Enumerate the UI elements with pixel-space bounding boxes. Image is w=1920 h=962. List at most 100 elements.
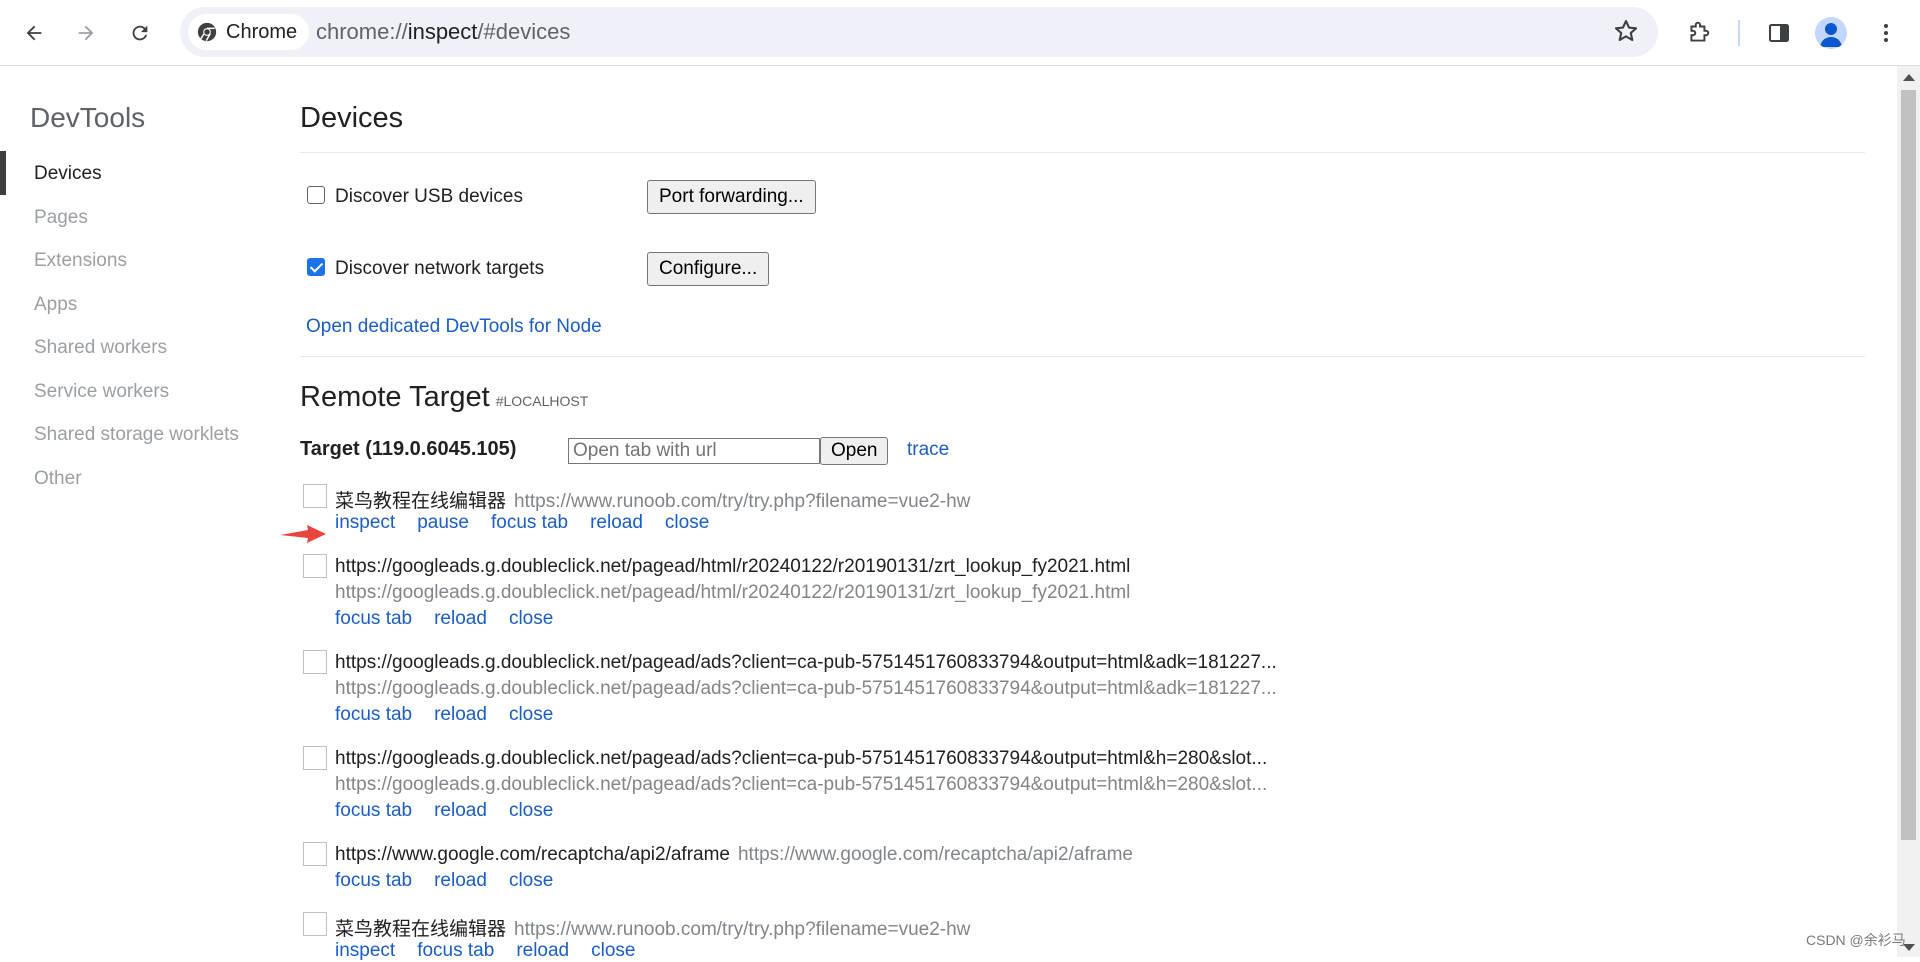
configure-button[interactable]: Configure... [647,252,770,286]
scroll-up-arrow-icon[interactable] [1903,74,1915,81]
sidebar-item-shared-storage-worklets[interactable]: Shared storage worklets [34,424,239,446]
more-vert-icon [1884,24,1888,42]
forward-button[interactable] [66,13,106,53]
page-actions: inspect pause focus tab reload close [335,512,709,534]
url-scheme: chrome:// [316,19,408,44]
back-arrow-icon [26,25,42,41]
close-link[interactable]: close [509,608,553,630]
sidebar-item-apps[interactable]: Apps [34,294,77,316]
watermark: CSDN @余衫马 [1806,932,1906,948]
reload-link[interactable]: reload [516,940,569,962]
active-nav-marker [0,151,6,195]
page-url: https://googleads.g.doubleclick.net/page… [335,774,1268,795]
page-title: 菜鸟教程在线编辑器 https://www.runoob.com/try/try.… [335,486,970,513]
close-link[interactable]: close [509,704,553,726]
browser-toolbar: Chrome chrome://inspect/#devices [0,0,1920,66]
page-actions: focus tab reload close [335,704,553,726]
page-scrollbar[interactable] [1897,66,1920,957]
side-panel-icon [1769,24,1789,42]
trace-link[interactable]: trace [907,439,949,461]
url-host: inspect [407,19,478,44]
back-button[interactable] [14,13,54,53]
focus-tab-link[interactable]: focus tab [335,800,412,822]
url-path: /#devices [477,19,571,44]
node-devtools-link[interactable]: Open dedicated DevTools for Node [306,316,602,338]
page-thumbnail [303,842,327,866]
target-version-label: Target (119.0.6045.105) [300,438,517,460]
extensions-button[interactable] [1679,13,1719,53]
network-targets-label: Discover network targets [335,258,545,279]
open-tab-url-input[interactable]: Open tab with url [568,438,820,464]
reload-button[interactable] [120,13,160,53]
page-url: https://www.google.com/recaptcha/api2/af… [737,844,1133,865]
page-title: https://googleads.g.doubleclick.net/page… [335,652,1277,673]
usb-checkbox[interactable] [307,186,325,204]
chrome-logo-icon [197,22,217,42]
page-title-text: 菜鸟教程在线编辑器 [335,919,507,940]
url-text[interactable]: chrome://inspect/#devices [316,19,570,45]
close-link[interactable]: close [591,940,635,962]
chip-label: Chrome [226,20,298,43]
focus-tab-link[interactable]: focus tab [417,940,494,962]
page-url: https://www.runoob.com/try/try.php?filen… [514,919,971,940]
page-title-text: 菜鸟教程在线编辑器 [335,491,507,512]
open-button[interactable]: Open [820,437,889,465]
page-thumbnail [303,912,327,936]
page-url: https://googleads.g.doubleclick.net/page… [335,582,1131,603]
page-thumbnail [303,484,327,508]
sidebar-item-shared-workers[interactable]: Shared workers [34,337,167,359]
page-thumbnail [303,746,327,770]
reload-link[interactable]: reload [434,704,487,726]
remote-target-heading: Remote Target #LOCALHOST [300,381,588,414]
reload-link[interactable]: reload [434,800,487,822]
site-chip[interactable]: Chrome [188,14,310,50]
devices-heading: Devices [300,102,404,134]
address-bar[interactable]: Chrome chrome://inspect/#devices [180,7,1658,57]
usb-label: Discover USB devices [335,186,523,207]
page-title: https://www.google.com/recaptcha/api2/af… [335,844,1133,866]
reload-link[interactable]: reload [590,512,643,534]
focus-tab-link[interactable]: focus tab [335,870,412,892]
page-title: https://googleads.g.doubleclick.net/page… [335,748,1268,769]
page-title: https://googleads.g.doubleclick.net/page… [335,556,1131,577]
sidebar-title: DevTools [30,102,146,133]
bookmark-star-button[interactable] [1612,17,1640,50]
page-thumbnail [303,650,327,674]
puzzle-icon [1690,21,1710,42]
close-link[interactable]: close [665,512,709,534]
pause-link[interactable]: pause [417,512,469,534]
reload-link[interactable]: reload [434,608,487,630]
person-icon [1820,23,1842,47]
focus-tab-link[interactable]: focus tab [491,512,568,534]
remote-target-title: Remote Target [300,381,490,413]
side-panel-button[interactable] [1759,13,1799,53]
sidebar-item-extensions[interactable]: Extensions [34,250,127,272]
profile-avatar[interactable] [1815,17,1847,49]
sidebar-item-service-workers[interactable]: Service workers [34,381,169,403]
close-link[interactable]: close [509,800,553,822]
focus-tab-link[interactable]: focus tab [335,608,412,630]
focus-tab-link[interactable]: focus tab [335,704,412,726]
toolbar-divider [1738,20,1740,46]
network-targets-checkbox[interactable] [307,258,325,276]
inspect-link[interactable]: inspect [335,512,395,534]
reload-link[interactable]: reload [434,870,487,892]
page-actions: focus tab reload close [335,800,553,822]
sidebar-item-pages[interactable]: Pages [34,207,88,229]
localhost-hint: #LOCALHOST [495,393,589,409]
reload-icon [132,25,148,41]
star-icon [1614,20,1638,42]
page-title-text: https://www.google.com/recaptcha/api2/af… [335,844,730,865]
chrome-menu-button[interactable] [1866,13,1906,53]
page-url: https://www.runoob.com/try/try.php?filen… [514,491,971,512]
close-link[interactable]: close [509,870,553,892]
page-actions: focus tab reload close [335,870,553,892]
sidebar-item-other[interactable]: Other [34,468,82,490]
scrollbar-thumb[interactable] [1901,90,1916,840]
port-forwarding-button[interactable]: Port forwarding... [647,180,816,214]
sidebar-item-devices[interactable]: Devices [34,163,102,185]
page-thumbnail [303,554,327,578]
forward-arrow-icon [78,25,94,41]
annotation-arrow-icon [280,525,326,543]
inspect-link[interactable]: inspect [335,940,395,962]
